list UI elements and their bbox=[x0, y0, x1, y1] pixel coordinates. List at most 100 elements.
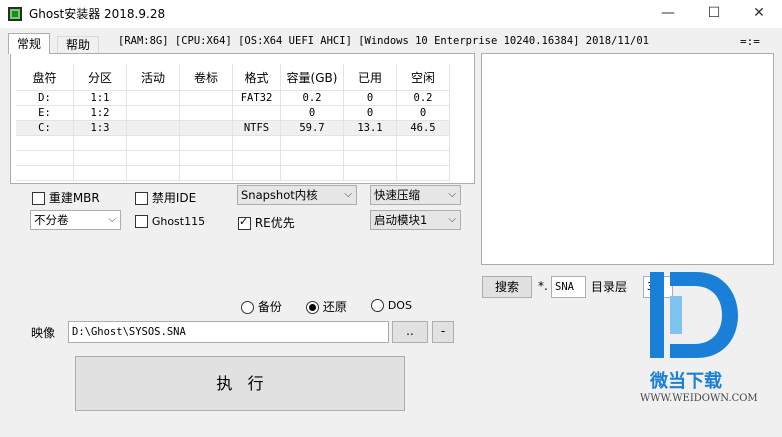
watermark-url: WWW.WEIDOWN.COM bbox=[640, 393, 758, 404]
table-cell: D: bbox=[16, 90, 74, 106]
mode-dos[interactable]: DOS bbox=[371, 298, 412, 312]
table-cell: NTFS bbox=[232, 120, 281, 136]
table-cell bbox=[126, 105, 180, 121]
table-cell bbox=[16, 165, 74, 181]
table-cell bbox=[343, 165, 397, 181]
table-cell: 1:3 bbox=[73, 120, 127, 136]
image-preview-box bbox=[481, 53, 774, 265]
mode-backup[interactable]: 备份 bbox=[241, 298, 282, 315]
table-cell bbox=[126, 120, 180, 136]
tab-help[interactable]: 帮助 bbox=[57, 36, 100, 54]
column-header[interactable]: 盘符 bbox=[16, 64, 74, 91]
table-cell bbox=[179, 105, 233, 121]
column-header[interactable]: 容量(GB) bbox=[280, 64, 344, 91]
image-label: 映像 bbox=[31, 326, 56, 340]
chevron-down-icon: ⌵ bbox=[108, 214, 116, 225]
extension-input[interactable]: SNA bbox=[551, 276, 586, 298]
disk-table[interactable]: 盘符 分区 活动 卷标 格式 容量(GB) 已用 空闲 D: 1:1 FAT32 0.2 0 0.2 E:… bbox=[16, 64, 450, 181]
chevron-down-icon: ⌵ bbox=[344, 189, 352, 200]
table-cell bbox=[126, 135, 180, 151]
table-cell: 0.2 bbox=[280, 90, 344, 106]
column-header[interactable]: 分区 bbox=[73, 64, 127, 91]
table-cell bbox=[16, 150, 74, 166]
tab-general[interactable]: 常规 bbox=[8, 33, 51, 54]
table-cell bbox=[126, 90, 180, 106]
table-cell bbox=[73, 135, 127, 151]
watermark-brand: 微当下载 bbox=[650, 371, 722, 392]
column-header[interactable]: 活动 bbox=[126, 64, 180, 91]
compress-select-value: 快速压缩 bbox=[374, 188, 420, 202]
ghost115-checkbox[interactable] bbox=[135, 215, 148, 228]
table-cell bbox=[73, 165, 127, 181]
rebuild-mbr-checkbox[interactable] bbox=[32, 192, 45, 205]
table-row[interactable] bbox=[16, 135, 450, 151]
volume-split-select[interactable]: 不分卷 ⌵ bbox=[30, 210, 121, 230]
table-cell: 0 bbox=[343, 105, 397, 121]
column-header[interactable]: 卷标 bbox=[179, 64, 233, 91]
kernel-select-value: Snapshot内核 bbox=[241, 188, 318, 202]
title-bar: Ghost安装器 2018.9.28 — ☐ ✕ bbox=[0, 0, 782, 28]
chevron-down-icon: ⌵ bbox=[448, 214, 456, 225]
table-cell: 1:2 bbox=[73, 105, 127, 121]
column-header[interactable]: 空闲 bbox=[396, 64, 450, 91]
table-cell bbox=[232, 165, 281, 181]
table-cell bbox=[73, 150, 127, 166]
mode-restore[interactable]: 还原 bbox=[306, 298, 347, 315]
table-row[interactable] bbox=[16, 165, 450, 181]
dos-radio[interactable] bbox=[371, 299, 384, 312]
backup-label: 备份 bbox=[257, 300, 282, 314]
search-button[interactable]: 搜索 bbox=[482, 276, 532, 298]
kernel-select[interactable]: Snapshot内核 ⌵ bbox=[237, 185, 357, 205]
table-cell bbox=[126, 150, 180, 166]
table-row[interactable] bbox=[16, 150, 450, 166]
depth-label: 目录层 bbox=[591, 280, 628, 294]
table-cell bbox=[16, 135, 74, 151]
rebuild-mbr-label: 重建MBR bbox=[48, 191, 100, 205]
browse-button[interactable]: .. bbox=[392, 321, 428, 343]
re-priority-option[interactable]: RE优先 bbox=[238, 214, 295, 231]
column-header[interactable]: 格式 bbox=[232, 64, 281, 91]
window-title: Ghost安装器 2018.9.28 bbox=[29, 7, 166, 21]
table-cell bbox=[179, 165, 233, 181]
disable-ide-checkbox[interactable] bbox=[135, 192, 148, 205]
chevron-down-icon: ⌵ bbox=[448, 189, 456, 200]
backup-radio[interactable] bbox=[241, 301, 254, 314]
re-priority-checkbox[interactable] bbox=[238, 215, 251, 230]
options-menu-button[interactable]: =:= bbox=[740, 35, 760, 48]
table-cell: 46.5 bbox=[396, 120, 450, 136]
ghost115-option[interactable]: Ghost115 bbox=[135, 214, 205, 228]
disable-ide-label: 禁用IDE bbox=[151, 191, 197, 205]
image-path-input[interactable]: D:\Ghost\SYSOS.SNA bbox=[68, 321, 389, 343]
boot-module-value: 启动模块1 bbox=[374, 213, 428, 227]
ghost115-label: Ghost115 bbox=[151, 215, 206, 228]
table-cell: C: bbox=[16, 120, 74, 136]
disk-list[interactable]: 盘符 分区 活动 卷标 格式 容量(GB) 已用 空闲 D: 1:1 FAT32 0.2 0 0.2 E:… bbox=[10, 53, 475, 184]
table-cell bbox=[232, 150, 281, 166]
rebuild-mbr-option[interactable]: 重建MBR bbox=[32, 189, 100, 206]
system-info: [RAM:8G] [CPU:X64] [OS:X64 UEFI AHCI] [W… bbox=[118, 35, 650, 47]
table-cell bbox=[179, 90, 233, 106]
disable-ide-option[interactable]: 禁用IDE bbox=[135, 189, 196, 206]
close-button[interactable]: ✕ bbox=[736, 0, 782, 28]
dos-label: DOS bbox=[387, 299, 412, 312]
disk-table-header: 盘符 分区 活动 卷标 格式 容量(GB) 已用 空闲 bbox=[16, 64, 450, 91]
execute-button[interactable]: 执 行 bbox=[75, 356, 405, 411]
table-cell bbox=[343, 135, 397, 151]
maximize-button[interactable]: ☐ bbox=[691, 0, 737, 28]
table-cell bbox=[280, 150, 344, 166]
column-header[interactable]: 已用 bbox=[343, 64, 397, 91]
table-row[interactable]: D: 1:1 FAT32 0.2 0 0.2 bbox=[16, 90, 450, 106]
compress-select[interactable]: 快速压缩 ⌵ bbox=[370, 185, 461, 205]
table-cell: 59.7 bbox=[280, 120, 344, 136]
boot-module-select[interactable]: 启动模块1 ⌵ bbox=[370, 210, 461, 230]
table-cell bbox=[126, 165, 180, 181]
table-cell: E: bbox=[16, 105, 74, 121]
table-row[interactable]: C: 1:3 NTFS 59.7 13.1 46.5 bbox=[16, 120, 450, 136]
table-row[interactable]: E: 1:2 0 0 0 bbox=[16, 105, 450, 121]
restore-radio[interactable] bbox=[306, 301, 319, 314]
remove-button[interactable]: - bbox=[432, 321, 454, 343]
table-cell bbox=[179, 135, 233, 151]
table-cell bbox=[280, 165, 344, 181]
app-icon bbox=[8, 7, 22, 21]
minimize-button[interactable]: — bbox=[645, 0, 691, 28]
